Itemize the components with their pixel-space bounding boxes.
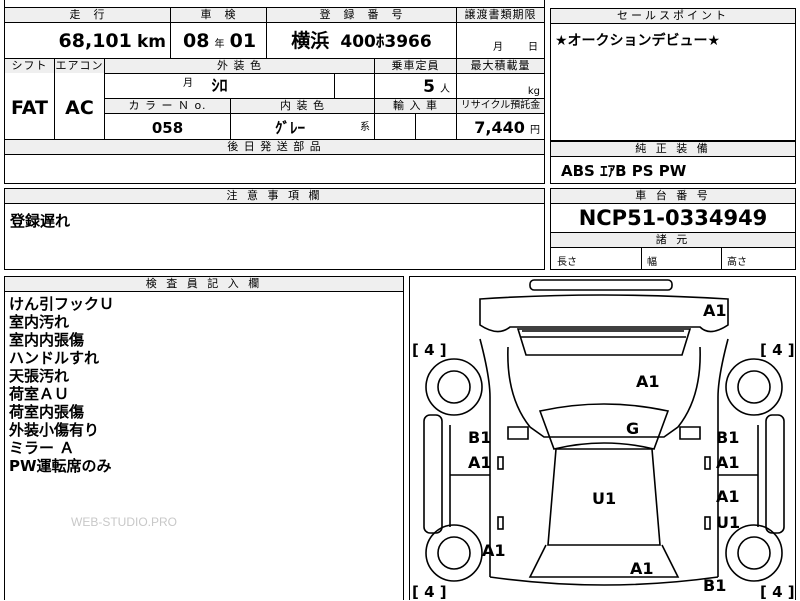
- recycle-value: 7,440: [474, 118, 525, 137]
- aircon-value-cell: AC: [55, 73, 105, 139]
- notes-panel: 注 意 事 項 欄 登録遅れ: [4, 188, 545, 270]
- shift-label: シフト: [5, 59, 55, 73]
- chassis-header: 車 台 番 号: [551, 189, 795, 204]
- inspection-month: 01: [229, 30, 257, 52]
- damage-mark: B1: [468, 428, 492, 447]
- spec-table: 走 行 車 検 登 録 番 号 譲渡書類期限 68,101 km 08 年 01…: [4, 0, 545, 184]
- registration-header: 登 録 番 号: [267, 8, 457, 22]
- exterior-color-cell: ｼﾛ: [105, 74, 335, 98]
- later-parts-label: 後 日 発 送 部 品: [5, 140, 544, 154]
- capacity-label: 乗車定員: [375, 59, 457, 73]
- inspector-list: けん引フックＵ 室内汚れ 室内内張傷 ハンドルすれ 天張汚れ 荷室ＡＵ 荷室内張…: [5, 292, 403, 478]
- tire-rear-right: [ 4 ]: [760, 583, 795, 601]
- notes-header: 注 意 事 項 欄: [5, 189, 544, 204]
- aircon-value: AC: [65, 97, 94, 119]
- max-load-label: 最大積載量: [457, 59, 544, 73]
- capacity-value-cell: 5 人: [375, 74, 457, 98]
- inspector-item: 荷室ＡＵ: [9, 385, 70, 403]
- inspector-item: けん引フックＵ: [9, 295, 115, 313]
- inspection-value-cell: 08 年 01 月: [171, 23, 267, 89]
- later-parts-value: [5, 155, 544, 183]
- chassis-value: NCP51-0334949: [551, 204, 795, 233]
- max-load-cell: kg: [457, 74, 544, 98]
- recycle-unit: 円: [530, 125, 540, 136]
- inspector-item: 天張汚れ: [9, 367, 70, 385]
- damage-mark: B1: [703, 576, 727, 595]
- inspector-item: ミラー Ａ: [9, 439, 75, 457]
- exterior-color-label: 外 装 色: [105, 59, 375, 73]
- shift-value: FAT: [11, 97, 48, 119]
- plate-region: 横浜: [291, 30, 330, 52]
- height-label: 高さ: [727, 257, 747, 268]
- inspection-year: 08: [183, 30, 210, 52]
- inspector-item: 室内汚れ: [9, 313, 70, 331]
- max-load-unit: kg: [527, 86, 540, 97]
- damage-mark: G: [626, 419, 640, 438]
- import-cell-2: [416, 114, 457, 139]
- inspector-header: 検 査 員 記 入 欄: [5, 277, 403, 292]
- transfer-deadline-header: 譲渡書類期限: [457, 8, 544, 22]
- chassis-panel: 車 台 番 号 NCP51-0334949 諸 元 長さ 幅 高さ: [550, 188, 796, 270]
- width-label: 幅: [647, 257, 657, 268]
- shift-value-cell: FAT: [5, 73, 55, 139]
- color-no-label: カ ラ ー Ｎ o.: [105, 99, 231, 113]
- equipment-header: 純 正 装 備: [551, 142, 795, 157]
- interior-color-label: 内 装 色: [231, 99, 375, 113]
- interior-color-suffix: 系: [360, 122, 370, 133]
- inspection-header: 車 検: [171, 8, 267, 22]
- car-diagram-panel: [ 4 ] [ 4 ] [ 4 ] [ 4 ] A1 A1 G B1 A1 B1…: [409, 276, 796, 601]
- recycle-label: リサイクル預託金: [457, 99, 544, 113]
- capacity-unit: 人: [440, 84, 450, 95]
- sales-point-header: セールスポイント: [551, 9, 795, 24]
- damage-mark: A1: [716, 453, 740, 472]
- sales-point-panel: セールスポイント ★オークションデビュー★: [550, 8, 796, 141]
- watermark: WEB-STUDIO.PRO: [71, 515, 178, 529]
- equipment-text: ABS ｴｱB PS PW: [561, 162, 687, 180]
- transfer-deadline-cell: 月 日: [457, 23, 544, 58]
- plate-number: 400ﾎ3966: [340, 32, 432, 52]
- exterior-color-blank: [335, 74, 375, 98]
- mileage-value-cell: 68,101 km: [5, 23, 171, 58]
- damage-mark: B1: [716, 428, 740, 447]
- damage-mark: A1: [468, 453, 492, 472]
- damage-mark: A1: [716, 487, 740, 506]
- tire-rear-left: [ 4 ]: [412, 583, 447, 601]
- inspector-item: PW運転席のみ: [9, 457, 112, 475]
- equipment-panel: 純 正 装 備 ABS ｴｱB PS PW: [550, 141, 796, 184]
- capacity-value: 5: [423, 77, 435, 97]
- dims-header: 諸 元: [551, 233, 795, 248]
- inspection-year-unit: 年: [214, 39, 225, 50]
- inspector-item: 荷室内張傷: [9, 403, 85, 421]
- damage-mark: A1: [703, 301, 727, 320]
- inspector-item: 室内内張傷: [9, 331, 85, 349]
- damage-mark: A1: [636, 372, 660, 391]
- length-label: 長さ: [557, 257, 577, 268]
- damage-mark: U1: [716, 513, 741, 532]
- sales-point-text: ★オークションデビュー★: [555, 33, 721, 49]
- import-label: 輸 入 車: [375, 99, 457, 113]
- mileage-header: 走 行: [5, 8, 171, 22]
- import-cell-1: [375, 114, 416, 139]
- inspector-item: 外装小傷有り: [9, 421, 100, 439]
- mileage-value: 68,101: [58, 30, 132, 52]
- color-no-cell: 058: [105, 114, 231, 139]
- registration-value-cell: 横浜 400ﾎ3966: [267, 23, 457, 58]
- color-no-value: 058: [151, 119, 184, 137]
- inspector-panel: 検 査 員 記 入 欄 けん引フックＵ 室内汚れ 室内内張傷 ハンドルすれ 天張…: [4, 276, 404, 600]
- interior-color-value: ｸﾞﾚｰ: [275, 119, 306, 137]
- inspector-item: ハンドルすれ: [9, 349, 100, 367]
- damage-mark: A1: [482, 541, 506, 560]
- damage-mark: U1: [592, 489, 617, 508]
- exterior-color-value: ｼﾛ: [211, 76, 228, 95]
- mileage-unit: km: [136, 32, 166, 52]
- tire-front-left: [ 4 ]: [412, 341, 447, 359]
- aircon-label: エアコン: [55, 59, 105, 73]
- notes-text: 登録遅れ: [10, 212, 71, 230]
- tire-front-right: [ 4 ]: [760, 341, 795, 359]
- interior-color-cell: ｸﾞﾚｰ 系: [231, 114, 375, 139]
- damage-mark: A1: [630, 559, 654, 578]
- recycle-cell: 7,440 円: [457, 114, 544, 139]
